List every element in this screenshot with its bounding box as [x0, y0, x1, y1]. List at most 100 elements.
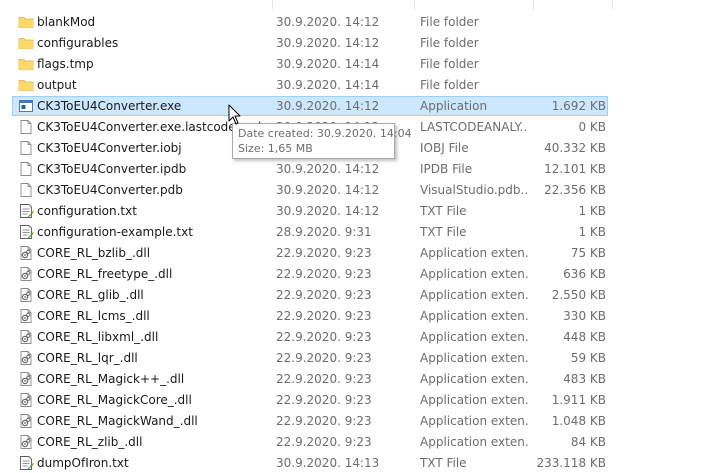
- file-date-modified: 30.9.2020. 14:12: [276, 162, 380, 176]
- file-name: blankMod: [37, 15, 96, 29]
- file-icon: [18, 139, 34, 157]
- file-row[interactable]: CORE_RL_lqr_.dll 22.9.2020. 9:23 Applicati…: [12, 348, 608, 368]
- file-size: [528, 34, 606, 52]
- file-size: 59 KB: [570, 351, 606, 365]
- file-date-modified: 22.9.2020. 9:23: [276, 288, 372, 302]
- text-file-icon: [18, 223, 34, 241]
- folder-icon: [18, 76, 34, 94]
- column-separator[interactable]: [414, 0, 415, 10]
- file-type: Application exten...: [420, 309, 528, 323]
- file-row[interactable]: CORE_RL_zlib_.dll 22.9.2020. 9:23 Applicat…: [12, 432, 608, 452]
- file-name: CORE_RL_freetype_.dll: [37, 267, 173, 281]
- file-tooltip: Date created: 30.9.2020. 14:04 Size: 1,6…: [232, 123, 412, 159]
- file-row[interactable]: CORE_RL_Magick++_.dll 22.9.2020. 9:23 Appl…: [12, 369, 608, 389]
- file-name: CORE_RL_MagickCore_.dll: [37, 393, 192, 407]
- file-row[interactable]: configurables 30.9.2020. 14:12 File folder: [12, 33, 608, 53]
- file-size: 1 KB: [578, 204, 606, 218]
- file-icon: [18, 118, 34, 136]
- file-row[interactable]: configuration-example.txt 28.9.2020. 9:31…: [12, 222, 608, 242]
- file-size: [528, 13, 606, 31]
- tooltip-date-created: Date created: 30.9.2020. 14:04: [238, 127, 412, 140]
- file-row[interactable]: CORE_RL_lcms_.dll 22.9.2020. 9:23 Applicat…: [12, 306, 608, 326]
- file-row[interactable]: CK3ToEU4Converter.exe 30.9.2020. 14:12 App…: [12, 96, 608, 116]
- file-size: 1.692 KB: [551, 99, 606, 113]
- file-row[interactable]: blankMod 30.9.2020. 14:12 File folder: [12, 12, 608, 32]
- file-row[interactable]: CORE_RL_libxml_.dll 22.9.2020. 9:23 Applic…: [12, 327, 608, 347]
- file-date-modified: 30.9.2020. 14:12: [276, 204, 380, 218]
- application-icon: [18, 97, 34, 115]
- file-row[interactable]: CK3ToEU4Converter.ipdb 30.9.2020. 14:12 IP…: [12, 159, 608, 179]
- file-date-modified: 22.9.2020. 9:23: [276, 393, 372, 407]
- file-date-modified: 30.9.2020. 14:12: [276, 15, 380, 29]
- file-name: CORE_RL_lcms_.dll: [37, 309, 150, 323]
- file-row[interactable]: CORE_RL_freetype_.dll 22.9.2020. 9:23 Appl…: [12, 264, 608, 284]
- file-name: flags.tmp: [37, 57, 94, 71]
- file-type: Application exten...: [420, 393, 528, 407]
- file-type: TXT File: [420, 204, 467, 218]
- file-row[interactable]: CK3ToEU4Converter.pdb 30.9.2020. 14:12 Vis…: [12, 180, 608, 200]
- folder-icon: [18, 13, 34, 31]
- file-row[interactable]: CORE_RL_bzlib_.dll 22.9.2020. 9:23 Applica…: [12, 243, 608, 263]
- column-separator[interactable]: [612, 0, 613, 10]
- dll-file-icon: [18, 244, 34, 262]
- tooltip-size: Size: 1,65 MB: [238, 142, 313, 155]
- file-date-modified: 30.9.2020. 14:14: [276, 78, 380, 92]
- file-date-modified: 22.9.2020. 9:23: [276, 414, 372, 428]
- dll-file-icon: [18, 412, 34, 430]
- file-size: 75 KB: [570, 246, 606, 260]
- file-row[interactable]: CORE_RL_MagickCore_.dll 22.9.2020. 9:23 Ap…: [12, 390, 608, 410]
- file-row[interactable]: dumpOfIron.txt 30.9.2020. 14:13 TXT File 23…: [12, 453, 608, 473]
- file-type: File folder: [420, 78, 479, 92]
- mouse-cursor-icon: [228, 104, 242, 126]
- text-file-icon: [18, 454, 34, 472]
- file-size: 448 KB: [563, 330, 606, 344]
- file-name: CORE_RL_lqr_.dll: [37, 351, 138, 365]
- file-size: 233.118 KB: [536, 456, 606, 470]
- file-size: 0 KB: [578, 120, 606, 134]
- file-size: 40.332 KB: [544, 141, 606, 155]
- column-separator[interactable]: [272, 0, 273, 10]
- file-type: Application exten...: [420, 330, 528, 344]
- file-type: Application exten...: [420, 414, 528, 428]
- file-date-modified: 22.9.2020. 9:23: [276, 372, 372, 386]
- file-type: Application exten...: [420, 351, 528, 365]
- file-size: 1.048 KB: [551, 414, 606, 428]
- file-date-modified: 22.9.2020. 9:23: [276, 351, 372, 365]
- file-row[interactable]: CORE_RL_MagickWand_.dll 22.9.2020. 9:23 Ap…: [12, 411, 608, 431]
- file-name: CORE_RL_MagickWand_.dll: [37, 414, 198, 428]
- file-type: File folder: [420, 57, 479, 71]
- file-size: [528, 76, 606, 94]
- file-size: 84 KB: [570, 435, 606, 449]
- file-list[interactable]: blankMod 30.9.2020. 14:12 File folder confi…: [0, 0, 718, 470]
- file-row[interactable]: CORE_RL_glib_.dll 22.9.2020. 9:23 Applicat…: [12, 285, 608, 305]
- column-separator[interactable]: [533, 0, 534, 10]
- file-size: 636 KB: [563, 267, 606, 281]
- file-date-modified: 22.9.2020. 9:23: [276, 309, 372, 323]
- file-name: CORE_RL_Magick++_.dll: [37, 372, 185, 386]
- file-type: IOBJ File: [420, 141, 469, 155]
- file-size: 330 KB: [563, 309, 606, 323]
- file-size: [528, 55, 606, 73]
- file-date-modified: 30.9.2020. 14:12: [276, 36, 380, 50]
- file-type: File folder: [420, 36, 479, 50]
- file-row[interactable]: output 30.9.2020. 14:14 File folder: [12, 75, 608, 95]
- file-icon: [18, 181, 34, 199]
- file-size: 22.356 KB: [544, 183, 606, 197]
- file-type: Application exten...: [420, 435, 528, 449]
- file-name: CK3ToEU4Converter.pdb: [37, 183, 183, 197]
- file-name: CORE_RL_bzlib_.dll: [37, 246, 151, 260]
- file-type: Application exten...: [420, 267, 528, 281]
- file-type: TXT File: [420, 456, 467, 470]
- file-date-modified: 30.9.2020. 14:12: [276, 99, 380, 113]
- file-type: IPDB File: [420, 162, 473, 176]
- file-type: Application exten...: [420, 372, 528, 386]
- file-name: configuration-example.txt: [37, 225, 193, 239]
- file-type: Application: [420, 99, 488, 113]
- file-type: LASTCODEANALY...: [420, 120, 528, 134]
- file-size: 2.550 KB: [551, 288, 606, 302]
- file-type: Application exten...: [420, 288, 528, 302]
- folder-icon: [18, 34, 34, 52]
- file-date-modified: 22.9.2020. 9:23: [276, 267, 372, 281]
- file-row[interactable]: configuration.txt 30.9.2020. 14:12 TXT Fil…: [12, 201, 608, 221]
- file-row[interactable]: flags.tmp 30.9.2020. 14:14 File folder: [12, 54, 608, 74]
